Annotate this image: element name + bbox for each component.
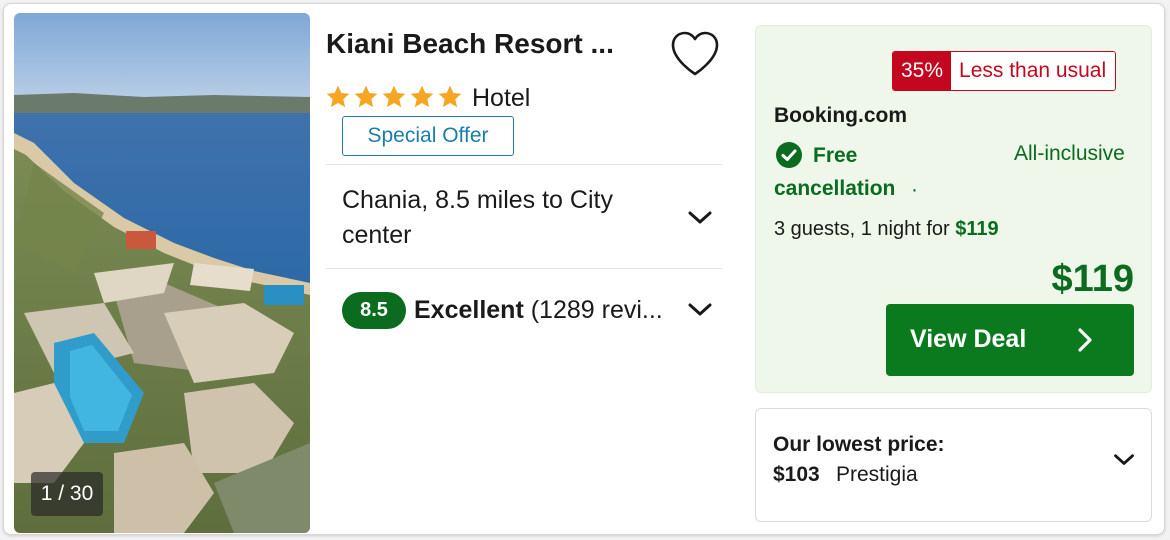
guests-summary: 3 guests, 1 night for $119 [774, 218, 999, 241]
view-deal-label: View Deal [910, 325, 1027, 353]
discount-percent: 35% [893, 52, 952, 90]
lowest-chevron-down-icon[interactable] [1113, 453, 1135, 467]
price-drop-badge: 35% Less than usual [892, 51, 1117, 91]
location-text[interactable]: Chania, 8.5 miles to City center [342, 183, 662, 253]
guests-text: 3 guests, 1 night for [774, 218, 950, 240]
lowest-price-value: $103 [773, 463, 820, 486]
rating-summary[interactable]: Excellent (1289 revi... [414, 296, 679, 325]
deal-panel[interactable]: 35% Less than usual Booking.com Free can… [755, 25, 1152, 393]
star-icon [382, 85, 406, 108]
chevron-right-icon [1078, 328, 1092, 352]
lowest-price-label: Our lowest price: [773, 433, 945, 456]
deal-provider: Booking.com [774, 104, 908, 127]
rating-word: Excellent [414, 296, 524, 324]
lowest-price-provider: Prestigia [836, 463, 918, 486]
discount-label: Less than usual [951, 52, 1116, 90]
deal-price: $119 [1051, 258, 1134, 300]
board-type: All-inclusive [1014, 142, 1125, 165]
rating-score-badge: 8.5 [342, 292, 406, 329]
star-icon [410, 85, 434, 108]
star-icon [438, 85, 462, 108]
star-icon [354, 85, 378, 108]
guests-price: $119 [955, 218, 999, 240]
star-icon [326, 85, 350, 108]
rating-review-count: (1289 revi... [530, 296, 663, 324]
divider [326, 268, 722, 269]
star-rating [325, 84, 463, 114]
hotel-photo[interactable]: 1 / 30 [14, 13, 310, 533]
hotel-type: Hotel [472, 84, 531, 112]
rating-chevron-down-icon[interactable] [687, 302, 713, 318]
favorite-heart-icon[interactable] [669, 30, 721, 78]
separator-dot: · [911, 178, 918, 201]
lowest-price-panel[interactable]: Our lowest price: $103 Prestigia [755, 408, 1152, 522]
view-deal-button[interactable]: View Deal [886, 304, 1134, 376]
hotel-result-card[interactable]: 1 / 30 Kiani Beach Resort ... Hotel Spec… [3, 3, 1165, 535]
location-chevron-down-icon[interactable] [687, 210, 713, 226]
photo-counter: 1 / 30 [31, 472, 103, 516]
resort-aerial-image [14, 13, 310, 533]
special-offer-badge: Special Offer [342, 116, 514, 156]
free-cancellation-label: Free cancellation [774, 144, 896, 200]
divider [326, 164, 722, 165]
hotel-name[interactable]: Kiani Beach Resort ... [326, 28, 656, 60]
